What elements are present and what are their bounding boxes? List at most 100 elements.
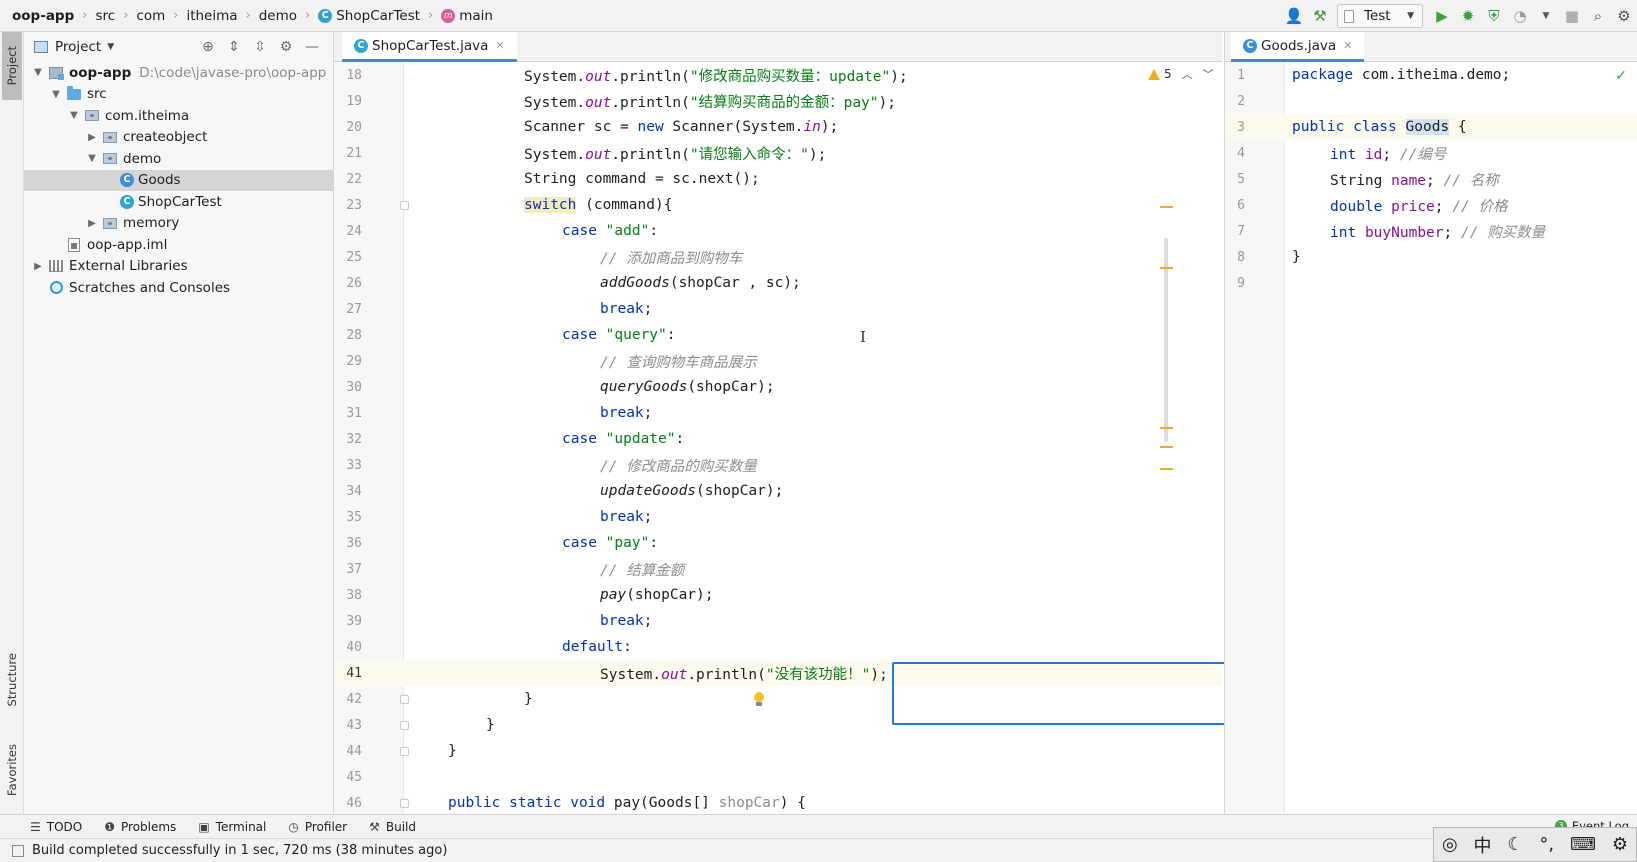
warning-stripe-marker[interactable] <box>1160 206 1173 208</box>
breadcrumb-separator-icon: › <box>305 8 311 23</box>
tab-goods[interactable]: C Goods.java ✕ <box>1231 32 1365 62</box>
toggle-tool-windows-icon[interactable] <box>12 844 24 857</box>
line-number: 42 <box>346 691 362 707</box>
profile-icon[interactable]: ◔ <box>1507 0 1533 32</box>
stop-icon[interactable]: ■ <box>1559 0 1585 32</box>
todo-tool-button[interactable]: ☰ TODO <box>30 820 82 834</box>
line-number: 33 <box>346 457 362 473</box>
warning-stripe-marker[interactable] <box>1160 267 1173 269</box>
highlight-box <box>892 662 1261 725</box>
breadcrumb-item-class[interactable]: C ShopCarTest <box>318 0 420 32</box>
tree-item-com-itheima[interactable]: ▼ com.itheima <box>24 105 334 127</box>
hide-panel-icon[interactable]: — <box>299 39 325 55</box>
warning-stripe-marker[interactable] <box>1160 446 1173 448</box>
tree-item-oop-app[interactable]: ▼ oop-app D:\code\javase-pro\oop-app <box>24 62 334 84</box>
ime-language-toggle[interactable]: 中 <box>1474 832 1492 858</box>
gear-icon[interactable]: ⚙ <box>1612 834 1628 855</box>
chevron-down-icon[interactable]: ▼ <box>30 67 46 78</box>
fold-marker-icon[interactable] <box>400 720 409 730</box>
code-line: 4 int id; //编号 <box>1225 140 1637 166</box>
fold-marker-icon[interactable] <box>400 694 409 704</box>
terminal-tool-button[interactable]: ▣ Terminal <box>198 820 266 834</box>
breadcrumb-item-project[interactable]: oop-app <box>12 0 74 32</box>
tree-item-external-libraries[interactable]: ▶ External Libraries <box>24 256 334 278</box>
code-line: 5 String name; // 名称 <box>1225 166 1637 192</box>
line-number: 9 <box>1237 275 1245 291</box>
keyboard-icon[interactable]: ⌨ <box>1570 834 1596 855</box>
chevron-up-icon[interactable]: ︿ <box>1182 66 1193 82</box>
problems-icon: ❶ <box>104 819 115 834</box>
more-run-options-icon[interactable]: ▼ <box>1533 0 1559 32</box>
line-number: 32 <box>346 431 362 447</box>
debug-icon[interactable]: ✹ <box>1455 0 1481 32</box>
build-tool-button[interactable]: ⚒ Build <box>369 820 416 834</box>
chevron-right-icon[interactable]: ▶ <box>84 132 100 143</box>
terminal-label: Terminal <box>215 819 267 834</box>
user-icon[interactable]: 👤 <box>1281 0 1307 32</box>
code-line: 45 <box>334 764 1222 790</box>
inspection-widget[interactable]: 5 ︿ ﹀ <box>1148 66 1214 82</box>
breadcrumb-item-demo[interactable]: demo <box>259 0 297 32</box>
chevron-down-icon[interactable]: ﹀ <box>1203 66 1214 82</box>
close-icon[interactable]: ✕ <box>1343 39 1352 52</box>
favorites-tool-button[interactable]: Favorites <box>2 732 22 808</box>
gear-icon[interactable]: ⚙ <box>273 39 299 55</box>
search-icon[interactable]: ⌕ <box>1585 0 1611 32</box>
settings-icon[interactable]: ⚙ <box>1611 0 1637 32</box>
tab-shopcartest[interactable]: C ShopCarTest.java ✕ <box>342 32 517 62</box>
punctuation-icon[interactable]: °, <box>1539 834 1554 855</box>
breadcrumb-item-itheima[interactable]: itheima <box>186 0 237 32</box>
module-path: D:\code\javase-pro\oop-app <box>139 64 327 81</box>
lightbulb-icon[interactable] <box>753 692 765 708</box>
structure-tool-button[interactable]: Structure <box>2 642 22 718</box>
build-hammer-icon[interactable]: ⚒ <box>1307 0 1333 32</box>
run-configuration-select[interactable]: Test ▼ <box>1337 4 1423 28</box>
warning-stripe-marker[interactable] <box>1160 468 1173 470</box>
problems-tool-button[interactable]: ❶ Problems <box>104 820 176 834</box>
project-tool-button[interactable]: Project <box>2 32 22 100</box>
terminal-icon: ▣ <box>198 819 210 834</box>
tree-item-src[interactable]: ▼ src <box>24 84 334 106</box>
line-number: 3 <box>1237 119 1245 135</box>
fold-marker-icon[interactable] <box>400 200 409 210</box>
coverage-icon[interactable]: ⛨ <box>1481 0 1507 32</box>
tree-item-scratches[interactable]: Scratches and Consoles <box>24 277 334 299</box>
tree-item-shopcartest[interactable]: C ShopCarTest <box>24 191 334 213</box>
close-icon[interactable]: ✕ <box>495 39 504 52</box>
breadcrumb-item-src[interactable]: src <box>95 0 115 32</box>
class-icon: C <box>1243 38 1257 53</box>
moon-icon[interactable]: ☾ <box>1507 834 1523 855</box>
code-line: 44 } <box>334 738 1222 764</box>
line-number: 6 <box>1237 197 1245 213</box>
fold-marker-icon[interactable] <box>400 746 409 756</box>
tree-item-iml[interactable]: oop-app.iml <box>24 234 334 256</box>
breadcrumb-item-method[interactable]: m main <box>441 0 493 32</box>
tree-item-createobject[interactable]: ▶ createobject <box>24 127 334 149</box>
fold-marker-icon[interactable] <box>400 798 409 808</box>
expand-all-icon[interactable]: ⇕ <box>221 39 247 55</box>
code-line: 31 break; <box>334 400 1222 426</box>
chevron-right-icon[interactable]: ▶ <box>84 218 100 229</box>
chevron-right-icon[interactable]: ▶ <box>30 261 46 272</box>
project-panel: Project ▼ ⊕ ⇕ ⇳ ⚙ — ▼ oop-app D:\code\ja… <box>24 32 334 814</box>
project-tool-label: Project <box>5 46 19 86</box>
project-view-icon <box>34 41 48 53</box>
locate-file-icon[interactable]: ⊕ <box>195 39 221 55</box>
tree-item-label: oop-app.iml <box>87 236 168 253</box>
tree-item-memory[interactable]: ▶ memory <box>24 213 334 235</box>
profiler-tool-button[interactable]: ◷ Profiler <box>288 820 347 834</box>
ime-logo-icon[interactable]: ◎ <box>1442 834 1458 855</box>
tree-item-label: demo <box>123 150 162 167</box>
tree-item-demo[interactable]: ▼ demo <box>24 148 334 170</box>
code-area[interactable]: 1 package com.itheima.demo; 2 3 public c… <box>1225 62 1637 296</box>
chevron-down-icon[interactable]: ▼ <box>84 153 100 164</box>
breadcrumb-class-label: ShopCarTest <box>336 7 421 24</box>
chevron-down-icon: ▼ <box>107 42 115 52</box>
collapse-all-icon[interactable]: ⇳ <box>247 39 273 55</box>
tree-item-goods[interactable]: C Goods <box>24 169 334 191</box>
run-icon[interactable]: ▶ <box>1429 0 1455 32</box>
breadcrumb-item-com[interactable]: com <box>136 0 165 32</box>
chevron-down-icon[interactable]: ▼ <box>48 89 64 100</box>
warning-stripe-marker[interactable] <box>1160 427 1173 429</box>
chevron-down-icon[interactable]: ▼ <box>66 110 82 121</box>
